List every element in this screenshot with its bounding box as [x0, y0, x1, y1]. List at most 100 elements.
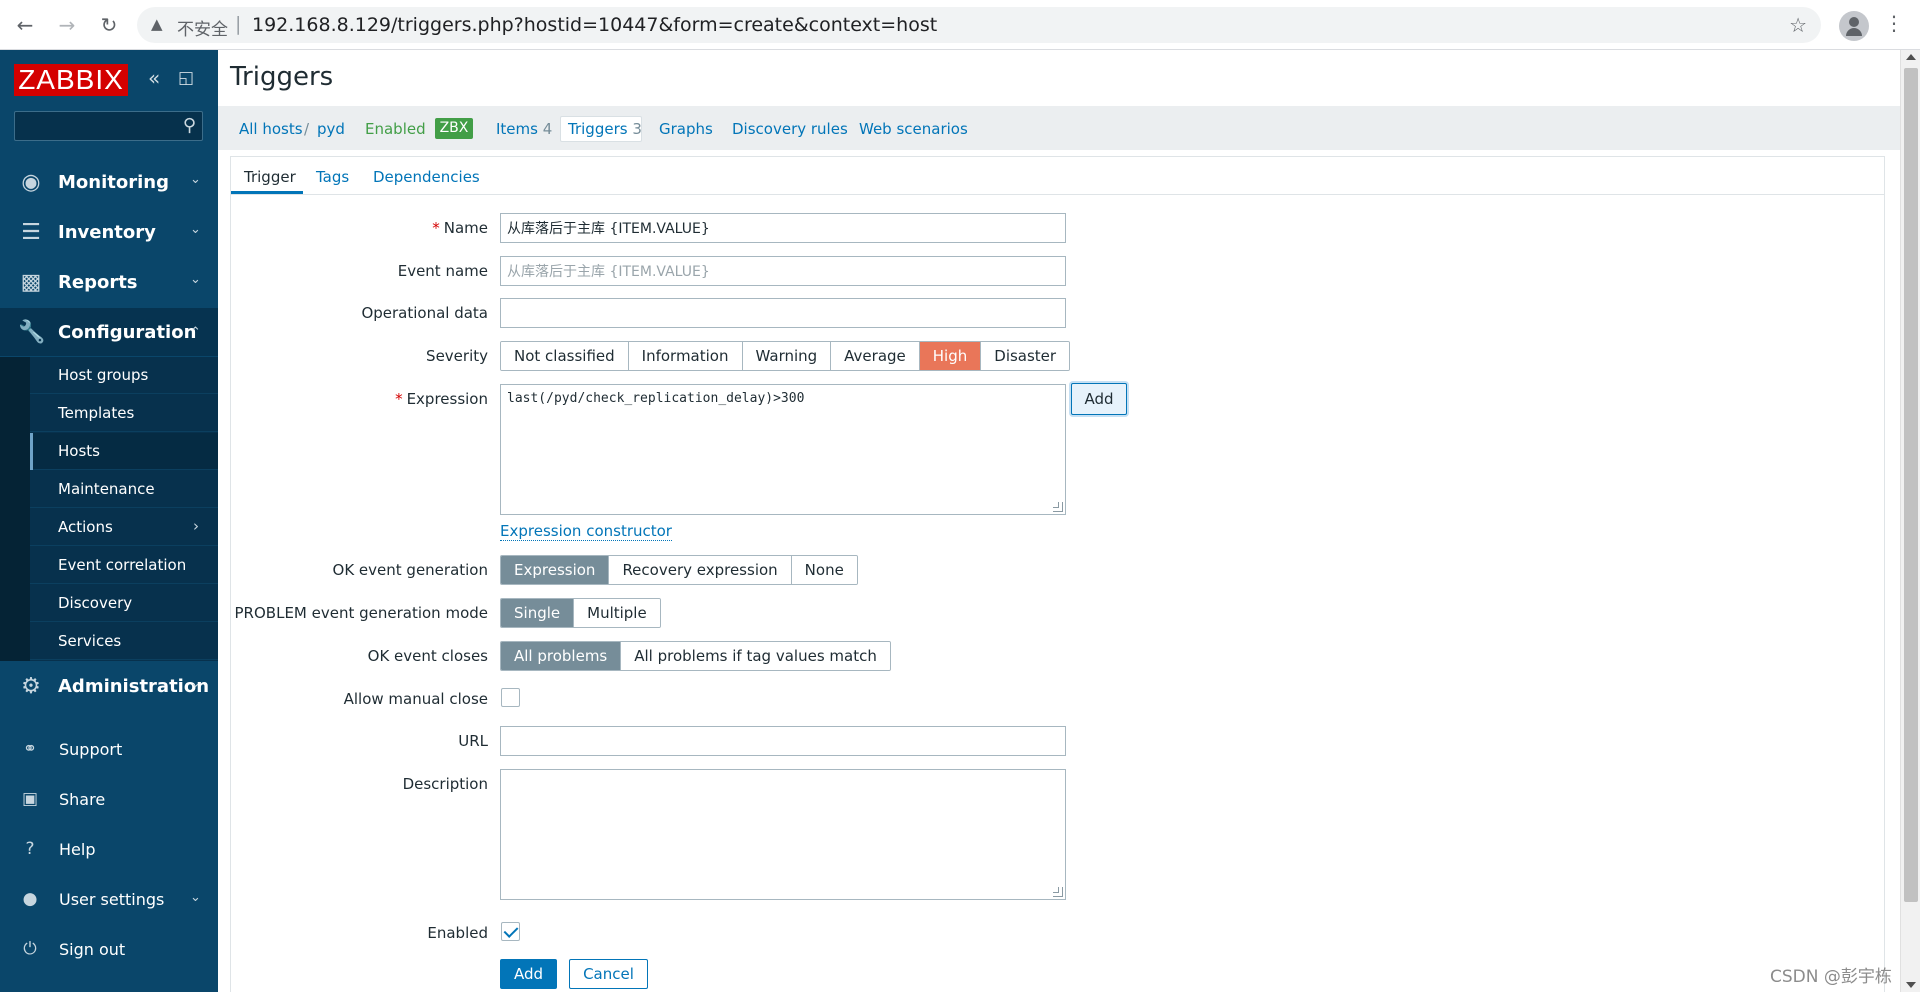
ok-event-closes-selector: All problems All problems if tag values …: [500, 641, 891, 671]
tab-graphs[interactable]: Graphs: [659, 120, 713, 138]
page-title: Triggers: [230, 62, 334, 92]
allow-manual-close-checkbox[interactable]: [501, 688, 520, 707]
description-textarea[interactable]: [500, 769, 1066, 900]
expression-text: last(/pyd/check_replication_delay)>300: [507, 391, 805, 406]
expression-add-button[interactable]: Add: [1071, 383, 1127, 415]
menu-inventory[interactable]: ☰ Inventory ⌄: [0, 208, 218, 256]
menu-user-settings[interactable]: ● User settings ⌄: [0, 878, 218, 922]
profile-avatar-icon[interactable]: [1839, 11, 1869, 41]
ok-gen-expression[interactable]: Expression: [501, 556, 610, 584]
submenu-hosts[interactable]: Hosts: [30, 433, 218, 470]
tab-discovery-rules[interactable]: Discovery rules: [732, 120, 848, 138]
url-text[interactable]: 192.168.8.129/triggers.php?hostid=10447&…: [252, 14, 937, 36]
back-arrow-icon[interactable]: ←: [12, 12, 38, 38]
severity-disaster[interactable]: Disaster: [981, 342, 1070, 370]
submenu-label: Discovery: [58, 594, 133, 612]
expression-constructor-link[interactable]: Expression constructor: [500, 522, 672, 541]
resize-handle-icon[interactable]: [1053, 502, 1063, 512]
scrollbar-thumb[interactable]: [1904, 68, 1918, 902]
sidebar: ZABBIX « ◱ ⚲ ◉ Monitoring ⌄ ☰ Inventory …: [0, 50, 218, 992]
required-mark: *: [395, 390, 403, 408]
ok-event-closes-label: OK event closes: [367, 647, 488, 665]
event-name-label: Event name: [397, 262, 488, 280]
tab-items[interactable]: Items 4: [496, 120, 552, 138]
chevron-down-icon: ⌄: [190, 272, 201, 287]
resize-handle-icon[interactable]: [1053, 887, 1063, 897]
submenu-services[interactable]: Services: [30, 623, 218, 660]
ok-gen-none[interactable]: None: [791, 556, 857, 584]
operational-data-input[interactable]: [500, 298, 1066, 328]
menu-administration[interactable]: ⚙ Administration ⌄: [0, 662, 218, 710]
menu-support[interactable]: ⚭ Support: [0, 728, 218, 772]
breadcrumb-host[interactable]: pyd: [317, 120, 345, 138]
tab-web-scenarios[interactable]: Web scenarios: [859, 120, 968, 138]
ok-gen-recovery-expression[interactable]: Recovery expression: [609, 556, 792, 584]
collapse-sidebar-icon[interactable]: «: [148, 66, 160, 90]
tab-tags[interactable]: Tags: [316, 168, 349, 186]
problem-mode-multiple[interactable]: Multiple: [574, 599, 660, 627]
expression-textarea[interactable]: last(/pyd/check_replication_delay)>300: [500, 384, 1066, 515]
bookmark-star-icon[interactable]: ☆: [1789, 13, 1807, 37]
forward-arrow-icon[interactable]: →: [54, 12, 80, 38]
zabbix-logo[interactable]: ZABBIX: [14, 64, 128, 96]
severity-high[interactable]: High: [919, 342, 982, 370]
chevron-up-icon: ⌃: [190, 325, 201, 340]
severity-selector: Not classified Information Warning Avera…: [500, 341, 1071, 371]
expression-label-text: Expression: [406, 390, 488, 408]
menu-reports[interactable]: ▩ Reports ⌄: [0, 258, 218, 306]
host-navigation: All hosts / pyd Enabled ZBX Items 4 Trig…: [218, 106, 1900, 150]
submenu-templates[interactable]: Templates: [30, 395, 218, 432]
menu-label: Share: [59, 790, 106, 809]
url-input[interactable]: [500, 726, 1066, 756]
browser-menu-icon[interactable]: ⋮: [1884, 11, 1904, 35]
sidebar-search-input[interactable]: ⚲: [14, 111, 203, 141]
submenu-label: Host groups: [58, 366, 149, 384]
severity-information[interactable]: Information: [628, 342, 743, 370]
menu-monitoring[interactable]: ◉ Monitoring ⌄: [0, 158, 218, 206]
breadcrumb-separator: /: [304, 120, 310, 138]
tab-trigger[interactable]: Trigger: [244, 168, 296, 186]
submenu-event-correlation[interactable]: Event correlation: [30, 547, 218, 584]
scroll-up-arrow-icon[interactable]: [1906, 54, 1916, 60]
problem-mode-single[interactable]: Single: [501, 599, 575, 627]
chevron-down-icon: ⌄: [190, 222, 201, 237]
submenu-maintenance[interactable]: Maintenance: [30, 471, 218, 508]
submenu-label: Event correlation: [58, 556, 187, 574]
page-scrollbar[interactable]: [1900, 50, 1920, 992]
severity-not-classified[interactable]: Not classified: [501, 342, 629, 370]
menu-configuration[interactable]: 🔧 Configuration ⌃: [0, 308, 218, 356]
menu-help[interactable]: ? Help: [0, 828, 218, 872]
tab-triggers[interactable]: Triggers 3: [568, 120, 642, 138]
breadcrumb-all-hosts[interactable]: All hosts: [239, 120, 303, 138]
add-button[interactable]: Add: [500, 959, 557, 989]
severity-average[interactable]: Average: [831, 342, 920, 370]
question-icon: ?: [25, 839, 35, 859]
ok-closes-all-problems[interactable]: All problems: [501, 642, 622, 670]
scroll-down-arrow-icon[interactable]: [1906, 982, 1916, 988]
event-name-input[interactable]: 从库落后于主库 {ITEM.VALUE}: [500, 256, 1066, 286]
chevron-down-icon: ⌄: [190, 890, 201, 905]
submenu-label: Maintenance: [58, 480, 155, 498]
submenu-actions[interactable]: Actions ›: [30, 509, 218, 546]
enabled-checkbox[interactable]: [501, 922, 520, 941]
name-input[interactable]: 从库落后于主库 {ITEM.VALUE}: [500, 213, 1066, 243]
tab-dependencies[interactable]: Dependencies: [373, 168, 480, 186]
search-icon[interactable]: ⚲: [183, 115, 196, 136]
host-status-enabled[interactable]: Enabled: [365, 120, 426, 138]
tab-triggers-label: Triggers: [568, 120, 628, 138]
cancel-button[interactable]: Cancel: [569, 959, 648, 989]
submenu-host-groups[interactable]: Host groups: [30, 357, 218, 394]
power-icon: ⏻: [23, 939, 37, 959]
severity-warning[interactable]: Warning: [742, 342, 832, 370]
problem-mode-label: PROBLEM event generation mode: [234, 604, 488, 622]
submenu-discovery[interactable]: Discovery: [30, 585, 218, 622]
reload-icon[interactable]: ↻: [96, 12, 122, 38]
address-bar[interactable]: ▲ 不安全 | 192.168.8.129/triggers.php?hosti…: [137, 7, 1821, 43]
menu-share[interactable]: ▣ Share: [0, 778, 218, 822]
name-label: * Name: [228, 219, 488, 237]
menu-sign-out[interactable]: ⏻ Sign out: [0, 928, 218, 972]
kiosk-mode-icon[interactable]: ◱: [178, 68, 194, 88]
ok-closes-tag-match[interactable]: All problems if tag values match: [621, 642, 890, 670]
chart-icon: ▩: [20, 270, 42, 295]
severity-label: Severity: [426, 347, 488, 365]
